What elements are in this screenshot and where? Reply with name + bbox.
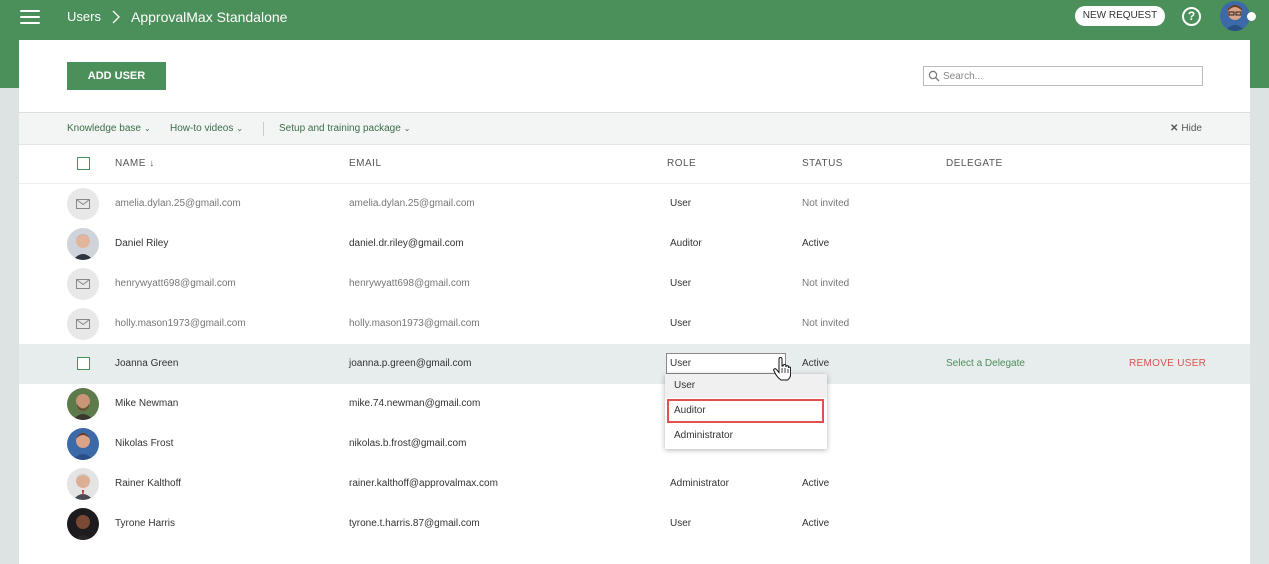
- user-status: Active: [802, 478, 830, 489]
- user-email: joanna.p.green@gmail.com: [349, 358, 472, 369]
- user-name: Mike Newman: [115, 398, 179, 409]
- user-avatar[interactable]: [1220, 1, 1250, 31]
- chevron-down-icon: ⌄: [403, 124, 411, 133]
- table-row-selected[interactable]: Joanna Green joanna.p.green@gmail.com Us…: [19, 344, 1250, 384]
- hide-label: Hide: [1181, 123, 1202, 134]
- column-delegate: DELEGATE: [946, 158, 1003, 169]
- user-status: Not invited: [802, 278, 850, 289]
- hand-cursor-icon: [773, 357, 791, 381]
- chevron-down-icon: ⌄: [236, 124, 244, 133]
- user-name: Daniel Riley: [115, 238, 169, 249]
- select-all-checkbox[interactable]: [77, 157, 90, 170]
- howto-videos-link[interactable]: How-to videos ⌄: [170, 123, 243, 134]
- user-name: amelia.dylan.25@gmail.com: [115, 198, 241, 209]
- hide-button[interactable]: ✕ Hide: [1170, 123, 1202, 134]
- user-email: tyrone.t.harris.87@gmail.com: [349, 518, 480, 529]
- table-row[interactable]: henrywyatt698@gmail.com henrywyatt698@gm…: [19, 264, 1250, 304]
- user-role: Auditor: [670, 238, 702, 249]
- close-icon: ✕: [1170, 123, 1179, 134]
- user-email: nikolas.b.frost@gmail.com: [349, 438, 467, 449]
- user-name: Nikolas Frost: [115, 438, 174, 449]
- knowledge-base-label: Knowledge base: [67, 123, 141, 134]
- column-status: STATUS: [802, 158, 843, 169]
- table-row[interactable]: amelia.dylan.25@gmail.com amelia.dylan.2…: [19, 184, 1250, 224]
- search-input[interactable]: [943, 68, 1198, 84]
- divider: [263, 122, 264, 136]
- avatar: [67, 228, 99, 260]
- column-role: ROLE: [667, 158, 697, 169]
- mail-icon: [76, 319, 90, 329]
- user-role: Administrator: [670, 478, 729, 489]
- user-role: User: [670, 518, 692, 529]
- remove-user-button[interactable]: REMOVE USER: [1129, 358, 1206, 369]
- table-row[interactable]: Mike Newman mike.74.newman@gmail.com: [19, 384, 1250, 424]
- column-email: EMAIL: [349, 158, 382, 169]
- row-checkbox[interactable]: [77, 357, 90, 370]
- table-header: NAME ↓ EMAIL ROLE STATUS DELEGATE: [19, 145, 1250, 184]
- help-toolbar: Knowledge base ⌄ How-to videos ⌄ Setup and…: [19, 112, 1250, 145]
- setup-package-label: Setup and training package: [279, 123, 401, 134]
- table-row[interactable]: Nikolas Frost nikolas.b.frost@gmail.com: [19, 424, 1250, 464]
- avatar: [67, 428, 99, 460]
- table-row[interactable]: Rainer Kalthoff rainer.kalthoff@approval…: [19, 464, 1250, 504]
- avatar: [67, 468, 99, 500]
- table-row[interactable]: Daniel Riley daniel.dr.riley@gmail.com A…: [19, 224, 1250, 264]
- column-name-label: NAME: [115, 158, 146, 169]
- search-field[interactable]: [923, 66, 1203, 86]
- add-user-button[interactable]: ADD USER: [67, 62, 166, 90]
- sort-down-icon: ↓: [149, 158, 155, 169]
- chevron-down-icon[interactable]: [1247, 12, 1256, 21]
- user-email: amelia.dylan.25@gmail.com: [349, 198, 475, 209]
- user-name: Tyrone Harris: [115, 518, 176, 529]
- role-option-user[interactable]: User: [665, 374, 827, 398]
- user-role: User: [670, 318, 692, 329]
- user-email: daniel.dr.riley@gmail.com: [349, 238, 464, 249]
- user-email: holly.mason1973@gmail.com: [349, 318, 480, 329]
- select-delegate-link[interactable]: Select a Delegate: [946, 358, 1025, 369]
- chevron-down-icon: ⌄: [143, 124, 151, 133]
- search-icon: [928, 70, 940, 82]
- avatar: [67, 508, 99, 540]
- avatar: [67, 268, 99, 300]
- breadcrumb-users[interactable]: Users: [67, 9, 101, 24]
- role-dropdown-menu: User Auditor Administrator: [665, 374, 827, 449]
- user-email: mike.74.newman@gmail.com: [349, 398, 481, 409]
- role-option-administrator[interactable]: Administrator: [665, 424, 827, 448]
- avatar: [67, 308, 99, 340]
- avatar: [67, 188, 99, 220]
- setup-package-link[interactable]: Setup and training package ⌄: [279, 123, 410, 134]
- user-status: Not invited: [802, 198, 850, 209]
- howto-videos-label: How-to videos: [170, 123, 234, 134]
- table-row[interactable]: holly.mason1973@gmail.com holly.mason197…: [19, 304, 1250, 344]
- user-status: Active: [802, 358, 830, 369]
- help-icon[interactable]: ?: [1182, 7, 1201, 26]
- user-name: Joanna Green: [115, 358, 179, 369]
- user-status: Active: [802, 518, 830, 529]
- chevron-right-icon: [112, 10, 120, 24]
- new-request-button[interactable]: NEW REQUEST: [1075, 6, 1165, 26]
- breadcrumb-current: ApprovalMax Standalone: [131, 9, 288, 25]
- user-name: Rainer Kalthoff: [115, 478, 181, 489]
- user-role: User: [670, 278, 692, 289]
- hamburger-menu-icon[interactable]: [20, 10, 40, 24]
- user-status: Active: [802, 238, 830, 249]
- user-name: holly.mason1973@gmail.com: [115, 318, 246, 329]
- mail-icon: [76, 279, 90, 289]
- user-name: henrywyatt698@gmail.com: [115, 278, 236, 289]
- users-panel: ADD USER Knowledge base⌄ How-to videos⌄ …: [19, 40, 1250, 564]
- user-status: Not invited: [802, 318, 850, 329]
- user-email: rainer.kalthoff@approvalmax.com: [349, 478, 498, 489]
- user-email: henrywyatt698@gmail.com: [349, 278, 470, 289]
- mail-icon: [76, 199, 90, 209]
- avatar: [67, 388, 99, 420]
- highlight-outline: [667, 399, 824, 423]
- table-row[interactable]: Tyrone Harris tyrone.t.harris.87@gmail.c…: [19, 504, 1250, 544]
- role-select[interactable]: User: [666, 353, 786, 374]
- user-role: User: [670, 198, 692, 209]
- column-name[interactable]: NAME ↓: [115, 158, 155, 169]
- knowledge-base-link[interactable]: Knowledge base ⌄: [67, 123, 151, 134]
